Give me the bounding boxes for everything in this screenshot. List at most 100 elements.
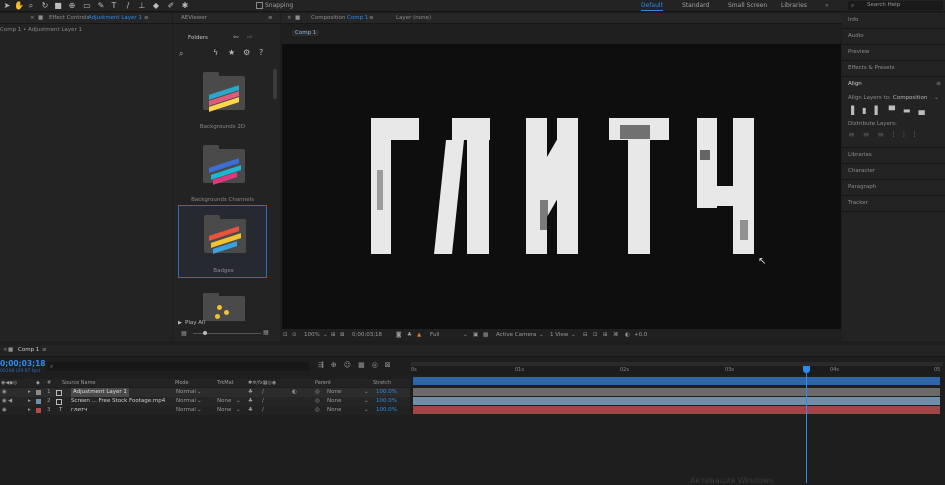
layer-name[interactable]: глитч <box>71 406 87 415</box>
brush-tool-icon[interactable]: / <box>123 1 133 11</box>
align-hcenter-icon[interactable]: ▮ <box>862 106 874 115</box>
layer-bar-text[interactable] <box>413 406 940 414</box>
align-top-icon[interactable]: ▀ <box>889 106 903 115</box>
panel-menu-icon[interactable]: ≡ <box>369 13 374 24</box>
clone-stamp-tool-icon[interactable]: ⊥ <box>137 1 147 11</box>
parent-pickwhip-icon[interactable]: ◎ <box>315 397 320 406</box>
region-of-interest-icon[interactable]: ▣ <box>473 329 478 341</box>
visibility-icon[interactable]: ◉ <box>2 388 7 397</box>
align-bottom-icon[interactable]: ▄ <box>918 106 932 115</box>
eraser-tool-icon[interactable]: ◆ <box>151 1 161 11</box>
shy-switch-icon[interactable]: ♣ <box>248 406 253 415</box>
distribute-left-icon[interactable]: ⁞ <box>892 130 903 139</box>
safe-zones-icon[interactable]: ⊞ <box>331 329 336 341</box>
rotate-tool-icon[interactable]: ↻ <box>40 1 50 11</box>
play-all-label[interactable]: Play All <box>185 320 205 326</box>
panel-close-icon[interactable]: × <box>287 13 292 24</box>
forward-arrow-icon[interactable]: ⇨ <box>247 33 253 41</box>
timecode-display[interactable]: 0;00;03;18 <box>352 329 382 341</box>
lock-icon[interactable]: ■ <box>295 13 300 24</box>
grid-view-icon[interactable]: ▦ <box>181 330 187 337</box>
composition-tab-prefix[interactable]: Composition <box>311 13 345 24</box>
distribute-vcenter-icon[interactable]: ≡ <box>863 130 878 139</box>
layer-row[interactable]: ◉ ▸ 3 T глитч Normal ⌄ None ⌄ ♣ / ◎ None… <box>0 406 410 415</box>
source-name-header[interactable]: Source Name <box>62 379 96 387</box>
trkmat-header[interactable]: TrkMat <box>217 379 234 387</box>
roto-brush-tool-icon[interactable]: ✐ <box>166 1 176 11</box>
gear-icon[interactable]: ⚙ <box>243 48 250 57</box>
motion-blur-icon[interactable]: ◎ <box>372 361 385 369</box>
mode-dropdown[interactable]: Normal <box>176 388 196 397</box>
comp-sub-tab[interactable]: Comp 1 <box>292 30 320 36</box>
distribute-right-icon[interactable]: ⁞ <box>913 130 924 139</box>
effects-presets-panel-tab[interactable]: Effects & Presets <box>848 65 895 71</box>
stretch-header[interactable]: Stretch <box>373 379 391 387</box>
quality-switch-icon[interactable]: / <box>262 397 264 406</box>
grid-icon[interactable]: ⊠ <box>340 329 345 341</box>
views-dropdown[interactable]: 1 View <box>550 329 568 341</box>
label-swatch[interactable] <box>36 399 41 404</box>
list-view-icon[interactable]: ▦ <box>263 329 269 336</box>
distribute-bottom-icon[interactable]: ≡ <box>877 130 892 139</box>
timeline-timecode[interactable]: 0;00;03;18 <box>0 359 46 368</box>
distribute-top-icon[interactable]: ≡ <box>848 130 863 139</box>
comp-mini-flowchart-icon[interactable]: ⇶ <box>318 361 331 369</box>
exposure-value[interactable]: +0.0 <box>634 329 647 341</box>
layer-bar-footage[interactable] <box>413 397 940 405</box>
shy-switch-icon[interactable]: ♣ <box>248 397 253 406</box>
visibility-icon[interactable]: ◉ <box>2 406 7 415</box>
parent-dropdown[interactable]: None <box>327 388 341 397</box>
timeline-search-input[interactable]: ⌕ <box>47 362 309 371</box>
toggle-pixel-aspect-icon[interactable]: ⊟ <box>583 329 588 341</box>
playhead-handle[interactable] <box>802 366 810 373</box>
pen-tool-icon[interactable]: ✎ <box>96 1 106 11</box>
layer-row[interactable]: ◉ ◀ ▸ 2 Screen ... Free Stock Footage.mp… <box>0 397 410 406</box>
camera-tool-icon[interactable]: ■ <box>53 1 63 11</box>
expand-arrow-icon[interactable]: ▸ <box>28 406 31 415</box>
snapshot-icon[interactable]: ◙ <box>396 329 401 341</box>
distribute-hcenter-icon[interactable]: ⁞ <box>903 130 914 139</box>
character-panel-tab[interactable]: Character <box>848 168 875 174</box>
always-preview-icon[interactable]: ⊡ <box>283 329 288 341</box>
camera-dropdown[interactable]: Active Camera <box>496 329 536 341</box>
composition-tab-name[interactable]: Comp 1 <box>347 13 368 24</box>
align-to-dropdown[interactable]: Composition <box>893 95 927 101</box>
mode-dropdown[interactable]: Normal <box>176 397 196 406</box>
timeline-icon[interactable]: ⊞ <box>603 329 608 341</box>
thumbnail-size-handle[interactable] <box>203 331 207 335</box>
stretch-value[interactable]: 100.0% <box>376 406 397 415</box>
shy-icon[interactable]: ☺ <box>344 361 358 369</box>
trkmat-dropdown[interactable]: None <box>217 397 231 406</box>
quality-switch-icon[interactable]: / <box>262 406 264 415</box>
quality-switch-icon[interactable]: / <box>262 388 264 397</box>
snapping-checkbox[interactable] <box>256 2 263 9</box>
aeviewer-scrollbar[interactable] <box>273 69 277 99</box>
transparency-grid-icon[interactable]: ▩ <box>483 329 488 341</box>
libraries-panel-tab[interactable]: Libraries <box>848 152 872 158</box>
stretch-value[interactable]: 100.0% <box>376 388 397 397</box>
time-ruler[interactable]: 0s 01s 02s 03s 04s 05 <box>411 366 943 375</box>
parent-dropdown[interactable]: None <box>327 397 341 406</box>
folder-card-partial[interactable] <box>178 293 267 321</box>
layer-bar-adjustment[interactable] <box>413 388 940 396</box>
frame-blending-icon[interactable]: ▦ <box>358 361 372 369</box>
info-panel-tab[interactable]: Info <box>848 17 858 23</box>
label-swatch[interactable] <box>36 408 41 413</box>
flowchart-icon[interactable]: ⌘ <box>613 329 619 341</box>
layer-name[interactable]: Adjustment Layer 1 <box>71 388 129 397</box>
lock-icon[interactable]: ■ <box>38 13 43 24</box>
workspace-libraries[interactable]: Libraries <box>781 1 807 10</box>
rectangle-tool-icon[interactable]: ▭ <box>82 1 92 11</box>
pan-behind-tool-icon[interactable]: ⊕ <box>67 1 77 11</box>
align-panel-tab[interactable]: Align <box>848 81 862 87</box>
exposure-icon[interactable]: ◐ <box>625 329 630 341</box>
workspace-small-screen[interactable]: Small Screen <box>728 1 767 10</box>
layer-row[interactable]: ◉ ▸ 1 Adjustment Layer 1 Normal ⌄ ♣ / ◐ … <box>0 388 410 397</box>
parent-pickwhip-icon[interactable]: ◎ <box>315 388 320 397</box>
workspace-default[interactable]: Default <box>641 1 663 11</box>
panel-close-icon[interactable]: × <box>30 13 35 24</box>
label-swatch[interactable] <box>36 390 41 395</box>
tracker-panel-tab[interactable]: Tracker <box>848 200 868 206</box>
audio-icon[interactable]: ◀ <box>8 397 12 406</box>
play-all-icon[interactable]: ▶ <box>178 320 182 326</box>
